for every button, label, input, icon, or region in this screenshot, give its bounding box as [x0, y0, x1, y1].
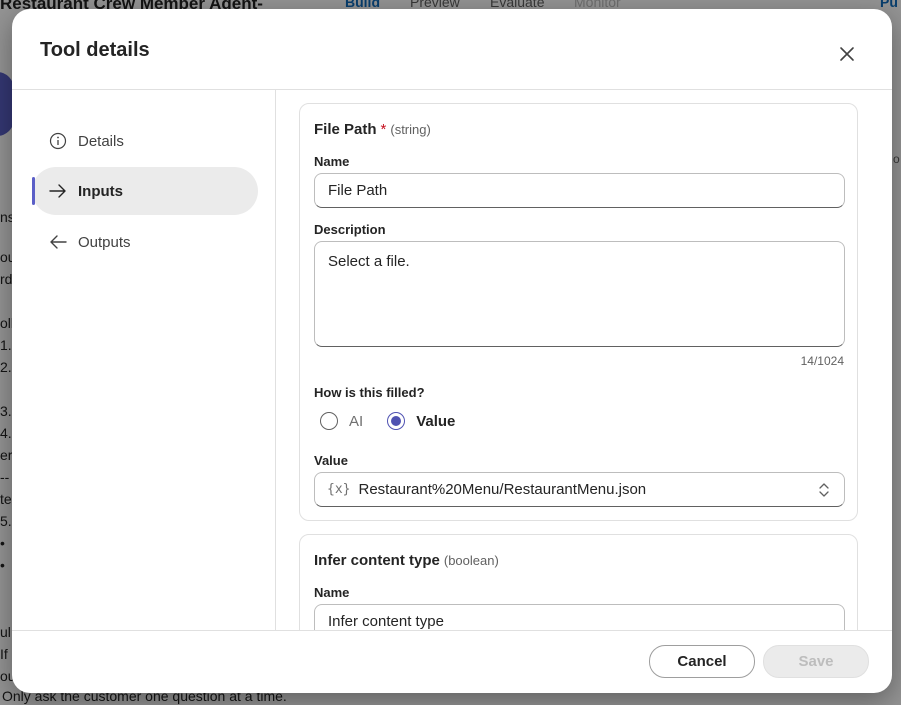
value-label: Value — [314, 453, 348, 468]
dialog-nav: Details Inputs Outputs — [12, 90, 276, 630]
inputs-panel[interactable]: File Path*(string) Name Description Sele… — [277, 90, 892, 630]
nav-item-inputs[interactable]: Inputs — [32, 167, 258, 215]
radio-ai-label[interactable]: AI — [349, 413, 363, 430]
radio-value-label[interactable]: Value — [416, 413, 455, 430]
nav-item-label: Inputs — [78, 182, 123, 200]
input-card-infer-content-type: Infer content type (boolean) Name — [299, 534, 858, 630]
cancel-button[interactable]: Cancel — [649, 645, 755, 678]
fill-mode-radio-group: AI Value — [320, 412, 479, 430]
input-title: File Path * (string) — [314, 121, 431, 138]
description-input[interactable]: Select a file. — [314, 241, 845, 347]
input-title: Infer content type (boolean) — [314, 552, 499, 569]
nav-item-outputs[interactable]: Outputs — [32, 218, 258, 266]
arrow-right-icon — [48, 181, 68, 201]
tool-details-dialog: Tool details Details Inputs Outputs File… — [12, 9, 892, 693]
name-input[interactable] — [314, 173, 845, 208]
value-text: Restaurant%20Menu/RestaurantMenu.json — [358, 481, 647, 498]
input-card-file-path: File Path*(string) Name Description Sele… — [299, 103, 858, 521]
variable-icon: {x} — [327, 482, 351, 497]
name-label: Name — [314, 154, 350, 169]
character-counter: 14/1024 — [800, 354, 844, 368]
name-label: Name — [314, 585, 350, 600]
chevron-up-down-icon — [816, 480, 832, 500]
filled-label: How is this filled? — [314, 385, 425, 400]
nav-item-label: Outputs — [78, 233, 131, 251]
input-name: Infer content type — [314, 552, 440, 569]
name-input[interactable] — [314, 604, 845, 630]
radio-ai[interactable] — [320, 412, 338, 430]
description-label: Description — [314, 222, 386, 237]
required-mark: * — [380, 121, 387, 138]
input-type: (boolean) — [443, 553, 499, 568]
nav-item-label: Details — [78, 132, 124, 150]
close-button[interactable] — [834, 41, 860, 67]
value-select[interactable]: {x} Restaurant%20Menu/RestaurantMenu.jso… — [314, 472, 845, 507]
close-icon — [840, 47, 854, 61]
save-button[interactable]: Save — [763, 645, 869, 678]
info-icon — [48, 131, 68, 151]
nav-item-details[interactable]: Details — [32, 117, 258, 165]
footer-divider — [12, 630, 892, 631]
input-type: (string) — [390, 122, 431, 137]
input-name: File Path — [314, 121, 377, 138]
arrow-left-icon — [48, 232, 68, 252]
dialog-title: Tool details — [40, 39, 150, 61]
radio-value[interactable] — [387, 412, 406, 430]
